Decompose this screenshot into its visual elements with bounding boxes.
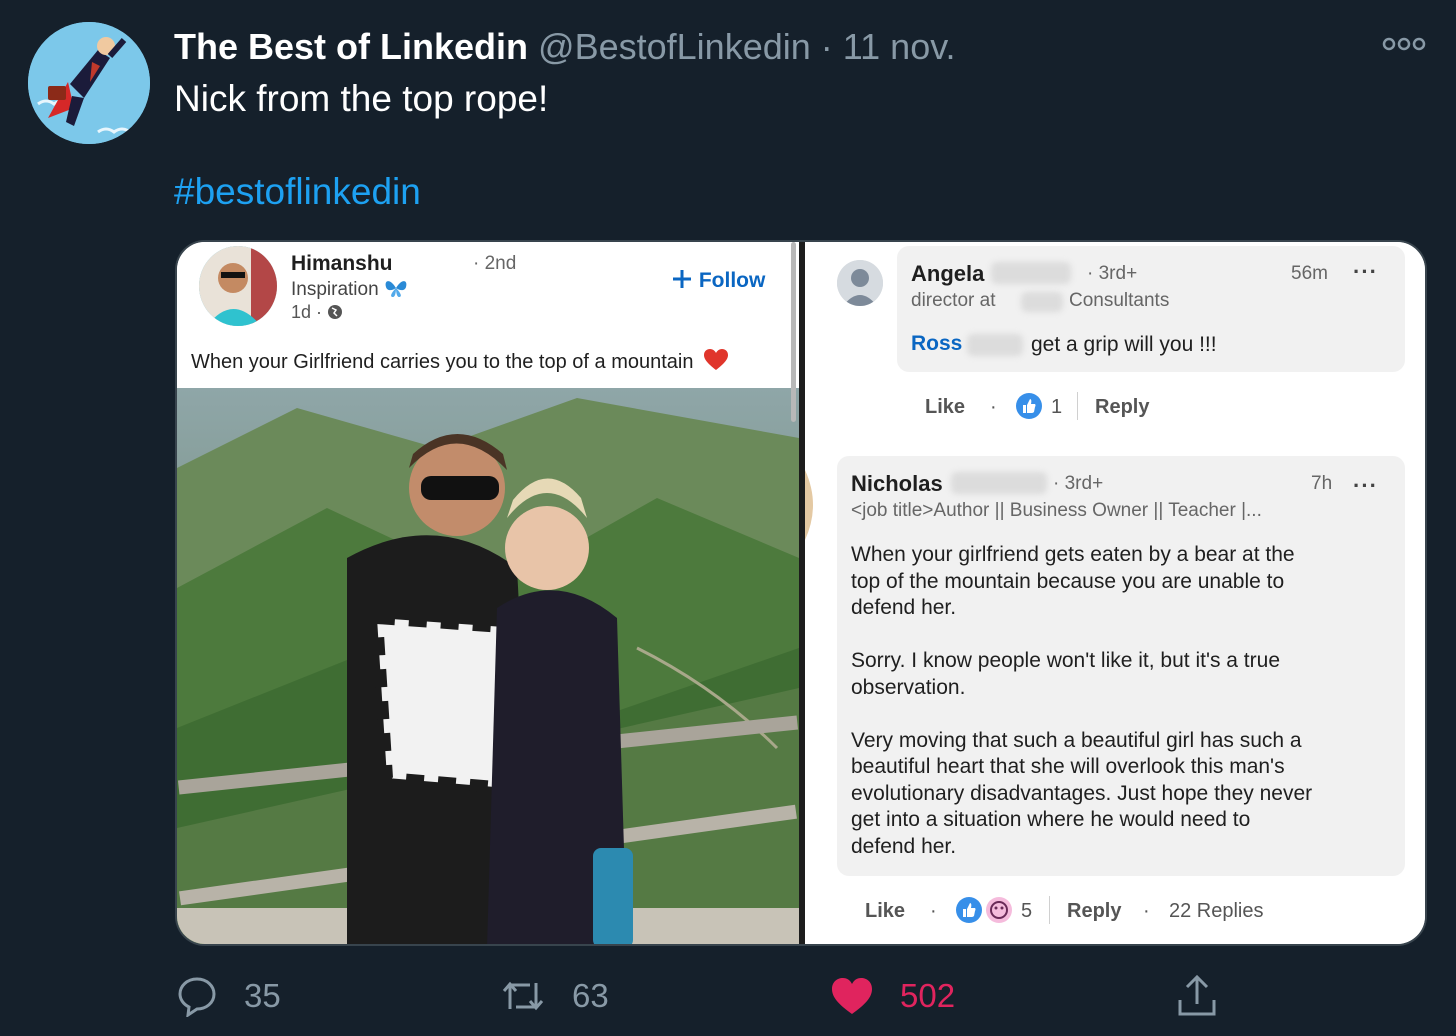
retweet-action[interactable]: 63 xyxy=(500,970,609,1022)
author-name[interactable]: The Best of Linkedin xyxy=(174,26,528,67)
action-divider xyxy=(1049,896,1050,924)
more-options-icon[interactable] xyxy=(1382,34,1426,54)
action-divider xyxy=(1077,392,1078,420)
header-separator: · xyxy=(820,26,833,67)
like-count: 502 xyxy=(900,977,956,1014)
retweet-count: 63 xyxy=(572,977,609,1014)
retweet-icon xyxy=(502,981,544,1011)
reply-icon xyxy=(178,977,216,1017)
post-time: 1d · xyxy=(291,302,343,323)
commenter-headline-a: director at xyxy=(911,290,996,311)
like-button[interactable]: Like xyxy=(925,396,965,419)
poster-degree: · 2nd xyxy=(473,253,517,274)
commenter-name[interactable]: Nicholas xyxy=(851,471,943,497)
reaction-count[interactable]: 5 xyxy=(1021,900,1032,923)
post-text: When your Girlfriend carries you to the … xyxy=(191,348,729,374)
commenter-headline-b: Consultants xyxy=(1069,290,1170,311)
heart-icon xyxy=(832,978,872,1014)
poster-headline: Inspiration xyxy=(291,278,408,301)
globe-icon xyxy=(328,305,343,319)
scrollbar[interactable] xyxy=(791,242,796,422)
heart-emoji-icon xyxy=(704,349,729,370)
comment-more-icon[interactable]: ··· xyxy=(1353,473,1378,499)
commenter-degree: · 3rd+ xyxy=(1087,263,1138,284)
couple-mountain-photo xyxy=(177,388,799,944)
tweet-image[interactable]: Himanshu · 2nd Inspiration 1d · Follow W… xyxy=(175,240,1427,946)
mention-link[interactable]: Ross xyxy=(911,332,962,356)
comment-more-icon[interactable]: ··· xyxy=(1353,259,1378,285)
like-reaction-icon xyxy=(1016,393,1042,419)
tweet-header: The Best of Linkedin @BestofLinkedin · 1… xyxy=(174,26,956,68)
reply-button[interactable]: Reply xyxy=(1067,900,1121,923)
redacted-surname xyxy=(951,472,1047,494)
commenter-avatar-partial xyxy=(805,470,813,540)
reaction-count[interactable]: 1 xyxy=(1051,396,1062,419)
like-button[interactable]: Like xyxy=(865,900,905,923)
superhero-businessman-icon xyxy=(28,22,150,144)
poster-headline-text: Inspiration xyxy=(291,279,379,300)
comment-text: get a grip will you !!! xyxy=(1031,333,1217,356)
commenter-degree: · 3rd+ xyxy=(1053,473,1104,494)
author-avatar[interactable] xyxy=(28,22,150,144)
follow-button[interactable]: Follow xyxy=(671,268,765,293)
linkedin-comments-panel: Angela · 3rd+ 56m ··· director at Consul… xyxy=(805,242,1425,944)
follow-label: Follow xyxy=(698,269,766,292)
comment-text: When your girlfriend gets eaten by a bea… xyxy=(851,543,1313,858)
commenter-headline: <job title>Author || Business Owner || T… xyxy=(851,500,1262,521)
linkedin-post-panel: Himanshu · 2nd Inspiration 1d · Follow W… xyxy=(177,242,799,944)
reply-count: 35 xyxy=(244,977,281,1014)
post-time-text: 1d · xyxy=(291,302,323,322)
author-handle[interactable]: @BestofLinkedin xyxy=(538,26,811,67)
reply-action[interactable]: 35 xyxy=(176,970,281,1022)
commenter-avatar xyxy=(837,260,883,306)
like-action[interactable]: 502 xyxy=(830,970,955,1022)
action-separator: · xyxy=(1143,900,1150,922)
curious-reaction-icon xyxy=(986,897,1012,923)
redacted-mention-surname xyxy=(967,334,1023,356)
replies-link[interactable]: 22 Replies xyxy=(1169,900,1264,923)
share-action[interactable] xyxy=(1176,970,1218,1022)
plus-icon xyxy=(673,270,691,288)
tweet-text: Nick from the top rope! xyxy=(174,78,549,119)
like-reaction-icon xyxy=(956,897,982,923)
tweet-date[interactable]: 11 nov. xyxy=(843,26,956,67)
action-separator: · xyxy=(930,900,937,922)
commenter-name[interactable]: Angela xyxy=(911,261,984,287)
share-icon xyxy=(1178,974,1216,1016)
poster-name: Himanshu xyxy=(291,252,393,275)
reply-button[interactable]: Reply xyxy=(1095,396,1149,419)
post-text-content: When your Girlfriend carries you to the … xyxy=(191,351,694,373)
comment-time: 56m xyxy=(1291,263,1328,284)
redacted-company xyxy=(1021,292,1063,312)
butterfly-icon xyxy=(385,281,407,297)
action-separator: · xyxy=(990,396,997,418)
comment-time: 7h xyxy=(1311,473,1333,494)
redacted-surname xyxy=(991,262,1071,284)
hashtag-link[interactable]: #bestoflinkedin xyxy=(174,171,421,213)
poster-avatar xyxy=(199,246,277,326)
